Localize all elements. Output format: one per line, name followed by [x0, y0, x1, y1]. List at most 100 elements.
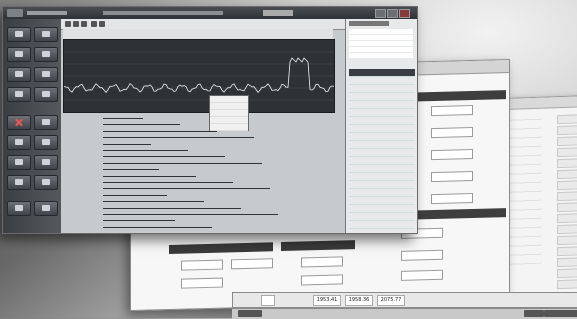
- value-column: [557, 112, 577, 291]
- note-icon[interactable]: [34, 87, 58, 102]
- channel-track: [103, 182, 233, 183]
- save-icon[interactable]: [34, 27, 58, 42]
- form-field[interactable]: [431, 126, 473, 139]
- form-field[interactable]: [431, 192, 473, 205]
- main-window: [2, 6, 418, 234]
- settings-icon[interactable]: [7, 201, 31, 216]
- event-list-item[interactable]: [349, 69, 415, 77]
- panel-header: [349, 21, 389, 26]
- event-list-item[interactable]: [349, 205, 415, 213]
- zoom-out-icon[interactable]: [99, 21, 105, 27]
- event-icon[interactable]: [7, 67, 31, 82]
- trend-chart: [63, 39, 335, 113]
- event-list-item[interactable]: [349, 229, 415, 233]
- window-titlebar: [3, 7, 417, 19]
- event-list-item[interactable]: [349, 85, 415, 93]
- event-list-item[interactable]: [349, 197, 415, 205]
- menu-item[interactable]: [210, 96, 248, 103]
- event-list-item[interactable]: [349, 221, 415, 229]
- alarm-icon[interactable]: [7, 135, 31, 150]
- record-icon[interactable]: [7, 27, 31, 42]
- event-list-item[interactable]: [349, 125, 415, 133]
- channel-track: [103, 220, 175, 222]
- channel-track: [103, 169, 159, 171]
- event-list-item[interactable]: [349, 77, 415, 85]
- channel-track: [103, 175, 196, 177]
- menu-item[interactable]: [210, 117, 248, 124]
- channel-track: [103, 130, 217, 132]
- step-icon[interactable]: [81, 21, 87, 27]
- bar-button[interactable]: [562, 310, 577, 317]
- form-field[interactable]: [181, 277, 223, 289]
- menu-item[interactable]: [210, 110, 248, 117]
- tag-icon[interactable]: [34, 155, 58, 170]
- form-field[interactable]: [431, 148, 473, 161]
- event-list-item[interactable]: [349, 101, 415, 109]
- menu-item[interactable]: [210, 124, 248, 131]
- context-menu[interactable]: [209, 95, 249, 131]
- section-header: [169, 242, 273, 254]
- bar-button[interactable]: [238, 310, 262, 317]
- time-axis-header: [63, 29, 333, 39]
- title-text-placeholder: [27, 11, 67, 15]
- print-icon[interactable]: [7, 47, 31, 62]
- event-list-item[interactable]: [349, 157, 415, 165]
- delete-icon[interactable]: [7, 115, 31, 130]
- edit-icon[interactable]: [34, 115, 58, 130]
- form-field[interactable]: [181, 259, 223, 271]
- event-list-item[interactable]: [349, 181, 415, 189]
- zoom-in-icon[interactable]: [91, 21, 97, 27]
- form-field[interactable]: [301, 274, 343, 286]
- event-list-item[interactable]: [349, 117, 415, 125]
- pause-icon[interactable]: [73, 21, 79, 27]
- form-field[interactable]: [301, 256, 343, 268]
- event-list-item[interactable]: [349, 173, 415, 181]
- maximize-icon[interactable]: [387, 9, 398, 18]
- channel-track: [103, 194, 167, 196]
- window-icon[interactable]: [34, 175, 58, 190]
- channel-track: [103, 226, 212, 228]
- camera-icon[interactable]: [7, 155, 31, 170]
- event-list-item[interactable]: [349, 149, 415, 157]
- event-list-item[interactable]: [349, 109, 415, 117]
- value-cell: 1958.36: [345, 295, 373, 306]
- export-icon[interactable]: [34, 135, 58, 150]
- play-icon[interactable]: [65, 21, 71, 27]
- form-field[interactable]: [231, 258, 273, 270]
- form-field[interactable]: [431, 104, 473, 117]
- channel-row[interactable]: [63, 224, 333, 231]
- form-field[interactable]: [401, 249, 443, 261]
- left-toolbar: [3, 19, 61, 233]
- form-field[interactable]: [401, 269, 443, 281]
- right-panel: [345, 19, 417, 233]
- clock-icon[interactable]: [7, 175, 31, 190]
- power-icon[interactable]: [34, 201, 58, 216]
- event-list-item[interactable]: [349, 189, 415, 197]
- zoom-icon[interactable]: [34, 47, 58, 62]
- trend-series-line: [63, 57, 335, 94]
- event-list-item[interactable]: [349, 213, 415, 221]
- channel-track: [103, 188, 270, 190]
- form-field[interactable]: [431, 170, 473, 183]
- value-cell: 2075.77: [377, 295, 405, 306]
- bar-button[interactable]: [524, 310, 544, 317]
- section-header: [281, 240, 355, 252]
- trend-chart-svg: [63, 51, 335, 101]
- close-icon[interactable]: [399, 9, 410, 18]
- bar-button[interactable]: [544, 310, 564, 317]
- channel-track: [103, 118, 143, 119]
- minimize-icon[interactable]: [375, 9, 386, 18]
- strip-cell: [261, 295, 275, 306]
- event-list-item[interactable]: [349, 141, 415, 149]
- header-info: [103, 11, 223, 15]
- header-badge: [263, 10, 293, 16]
- channel-track: [103, 143, 151, 145]
- list-icon[interactable]: [7, 87, 31, 102]
- channel-track: [103, 207, 241, 209]
- menu-item[interactable]: [210, 103, 248, 110]
- channel-track: [103, 162, 262, 164]
- event-list-item[interactable]: [349, 93, 415, 101]
- event-list-item[interactable]: [349, 133, 415, 141]
- mark-icon[interactable]: [34, 67, 58, 82]
- event-list-item[interactable]: [349, 165, 415, 173]
